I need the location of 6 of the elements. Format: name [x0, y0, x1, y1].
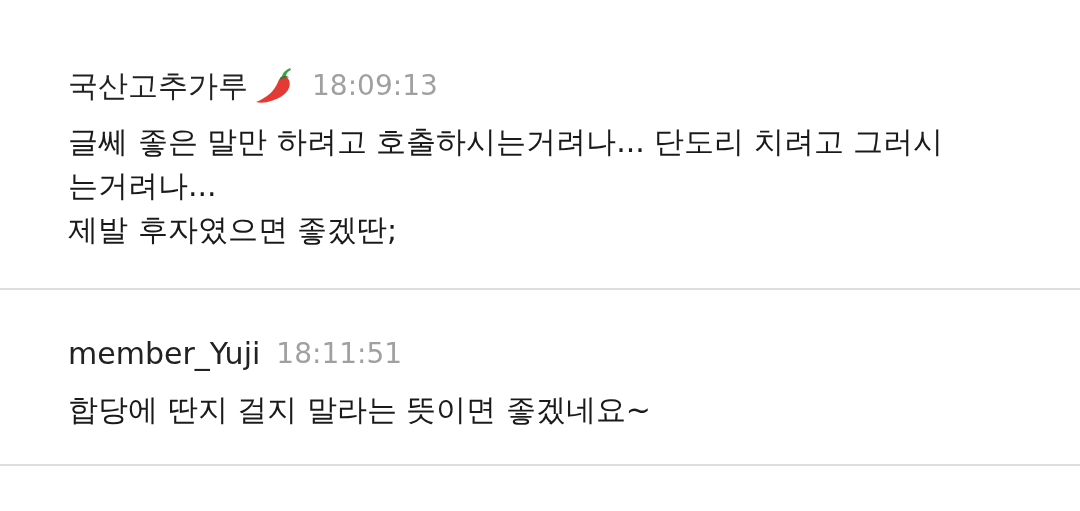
comment-time: 18:11:51: [276, 336, 403, 372]
comment-time: 18:09:13: [312, 68, 438, 104]
comment-text: 합당에 딴지 걸지 말라는 뜻이면 좋겠네요~: [68, 391, 652, 429]
author-name: 국산고추가루: [68, 67, 248, 105]
author-name: member_Yuji: [68, 335, 261, 373]
comment-text: 글쎄 좋은 말만 하려고 호출하시는거려나... 단도리 치려고 그러시는거려나... 제발 후자였으면 좋겠딴;: [68, 123, 945, 249]
